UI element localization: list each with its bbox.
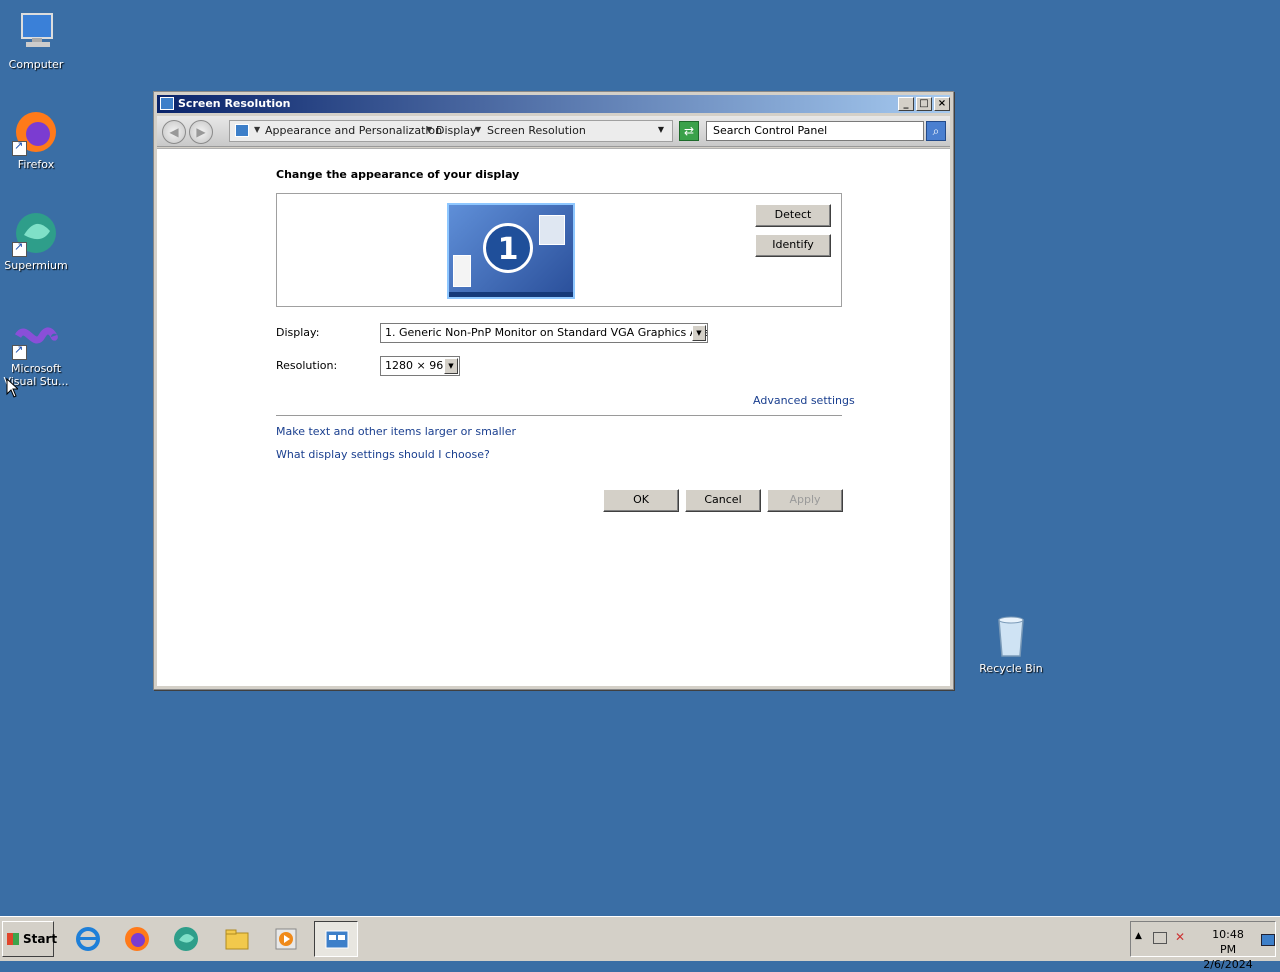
visual-studio-icon: [12, 312, 60, 360]
search-button[interactable]: ⌕: [926, 121, 946, 141]
file-explorer-icon: [225, 929, 249, 950]
close-button[interactable]: ×: [934, 97, 950, 111]
breadcrumb-separator-icon[interactable]: ▼: [426, 125, 432, 134]
breadcrumb-screen-resolution[interactable]: Screen Resolution: [487, 124, 586, 137]
start-button[interactable]: Start: [2, 921, 58, 957]
network-icon[interactable]: [1153, 932, 1167, 944]
taskbar-firefox[interactable]: [115, 921, 159, 957]
address-bar[interactable]: ▼ Appearance and Personalization ▼ Displ…: [229, 120, 673, 142]
window-thumbnail-icon: [453, 255, 471, 287]
desktop-icon-label: Firefox: [17, 158, 55, 171]
display-select[interactable]: 1. Generic Non-PnP Monitor on Standard V…: [380, 323, 708, 343]
page-heading: Change the appearance of your display: [276, 168, 520, 181]
display-preview-panel: 1 Detect Identify: [276, 193, 842, 307]
cancel-button[interactable]: Cancel: [685, 489, 761, 512]
chevron-down-icon[interactable]: ▼: [692, 325, 706, 341]
control-panel-icon: [325, 930, 349, 949]
display-select-value: 1. Generic Non-PnP Monitor on Standard V…: [385, 326, 708, 339]
title-bar[interactable]: Screen Resolution _ □ ×: [157, 95, 950, 113]
desktop-icon-label: Microsoft: [10, 362, 62, 375]
taskbar-media-player[interactable]: [264, 921, 308, 957]
maximize-button[interactable]: □: [916, 97, 932, 111]
desktop-icon-supermium[interactable]: Supermium: [0, 209, 72, 272]
resolution-select-value: 1280 × 960: [385, 359, 451, 372]
minimize-button[interactable]: _: [898, 97, 914, 111]
display-help-link[interactable]: What display settings should I choose?: [276, 448, 490, 461]
address-dropdown-icon[interactable]: ▼: [658, 125, 664, 134]
desktop-icon-label: Computer: [8, 58, 64, 71]
taskbar-thumbnail: [449, 292, 573, 297]
resolution-select[interactable]: 1280 × 960 ▼: [380, 356, 460, 376]
navigation-bar: ◀ ▶ ▼ Appearance and Personalization ▼ D…: [157, 116, 950, 147]
screen-resolution-window: Screen Resolution _ □ × ◀ ▶ ▼ Appearance…: [153, 91, 954, 690]
desktop-icon-recycle-bin[interactable]: Recycle Bin: [975, 612, 1047, 675]
control-panel-icon: [160, 97, 174, 110]
clock-time: 10:48 PM: [1212, 928, 1244, 956]
shortcut-arrow-icon: [12, 139, 27, 156]
monitor-number: 1: [483, 223, 533, 273]
shortcut-arrow-icon: [12, 343, 27, 360]
internet-explorer-icon: [76, 927, 100, 951]
desktop-icon-label: Supermium: [4, 259, 68, 272]
volume-muted-icon[interactable]: ✕: [1175, 930, 1185, 944]
media-player-icon: [275, 928, 297, 950]
identify-button[interactable]: Identify: [755, 234, 831, 257]
advanced-settings-link[interactable]: Advanced settings: [753, 394, 855, 407]
desktop-icon-firefox[interactable]: Firefox: [0, 108, 72, 171]
back-button[interactable]: ◀: [162, 120, 186, 144]
taskbar: Start ▲ ✕ 10:48 PM 2/6/2024: [0, 916, 1280, 971]
breadcrumb-appearance[interactable]: Appearance and Personalization: [265, 124, 442, 137]
taskbar-supermium[interactable]: [164, 921, 208, 957]
content-area: Change the appearance of your display 1 …: [157, 148, 950, 686]
breadcrumb-separator-icon[interactable]: ▼: [475, 125, 481, 134]
supermium-icon: [174, 927, 198, 951]
taskbar-control-panel[interactable]: [314, 921, 358, 957]
start-label: Start: [23, 932, 58, 946]
recycle-bin-icon: [987, 612, 1035, 660]
supermium-icon: [12, 209, 60, 257]
desktop-icon-visual-studio[interactable]: Microsoft Visual Stu...: [0, 312, 72, 388]
breadcrumb-display[interactable]: Display: [436, 124, 477, 137]
monitor-1-thumbnail[interactable]: 1: [447, 203, 575, 299]
refresh-button[interactable]: ⇄: [679, 121, 699, 141]
chevron-down-icon[interactable]: ▼: [444, 358, 458, 374]
taskbar-file-explorer[interactable]: [215, 921, 259, 957]
computer-icon: [12, 8, 60, 56]
desktop-icon-computer[interactable]: Computer: [0, 8, 72, 71]
resolution-label: Resolution:: [276, 359, 338, 372]
forward-button[interactable]: ▶: [189, 120, 213, 144]
ok-button[interactable]: OK: [603, 489, 679, 512]
show-hidden-icons-icon[interactable]: ▲: [1135, 931, 1142, 941]
mouse-cursor-icon: [6, 377, 20, 401]
firefox-icon: [12, 108, 60, 156]
clock-date: 2/6/2024: [1203, 958, 1253, 971]
taskbar-internet-explorer[interactable]: [66, 921, 110, 957]
firefox-icon: [125, 927, 149, 951]
clock[interactable]: 10:48 PM 2/6/2024: [1203, 927, 1253, 972]
search-input[interactable]: Search Control Panel: [706, 121, 924, 141]
breadcrumb-separator-icon[interactable]: ▼: [254, 125, 260, 134]
divider: [276, 415, 842, 416]
text-size-link[interactable]: Make text and other items larger or smal…: [276, 425, 516, 438]
window-title: Screen Resolution: [178, 97, 291, 110]
control-panel-icon: [235, 124, 249, 137]
desktop-icon-label: Recycle Bin: [979, 662, 1043, 675]
detect-button[interactable]: Detect: [755, 204, 831, 227]
system-tray: ▲ ✕ 10:48 PM 2/6/2024: [1130, 921, 1276, 971]
window-thumbnail-icon: [539, 215, 565, 245]
apply-button[interactable]: Apply: [767, 489, 843, 512]
shortcut-arrow-icon: [12, 240, 27, 257]
display-label: Display:: [276, 326, 320, 339]
windows-logo-icon: [7, 933, 19, 945]
show-desktop-icon[interactable]: [1261, 934, 1275, 946]
